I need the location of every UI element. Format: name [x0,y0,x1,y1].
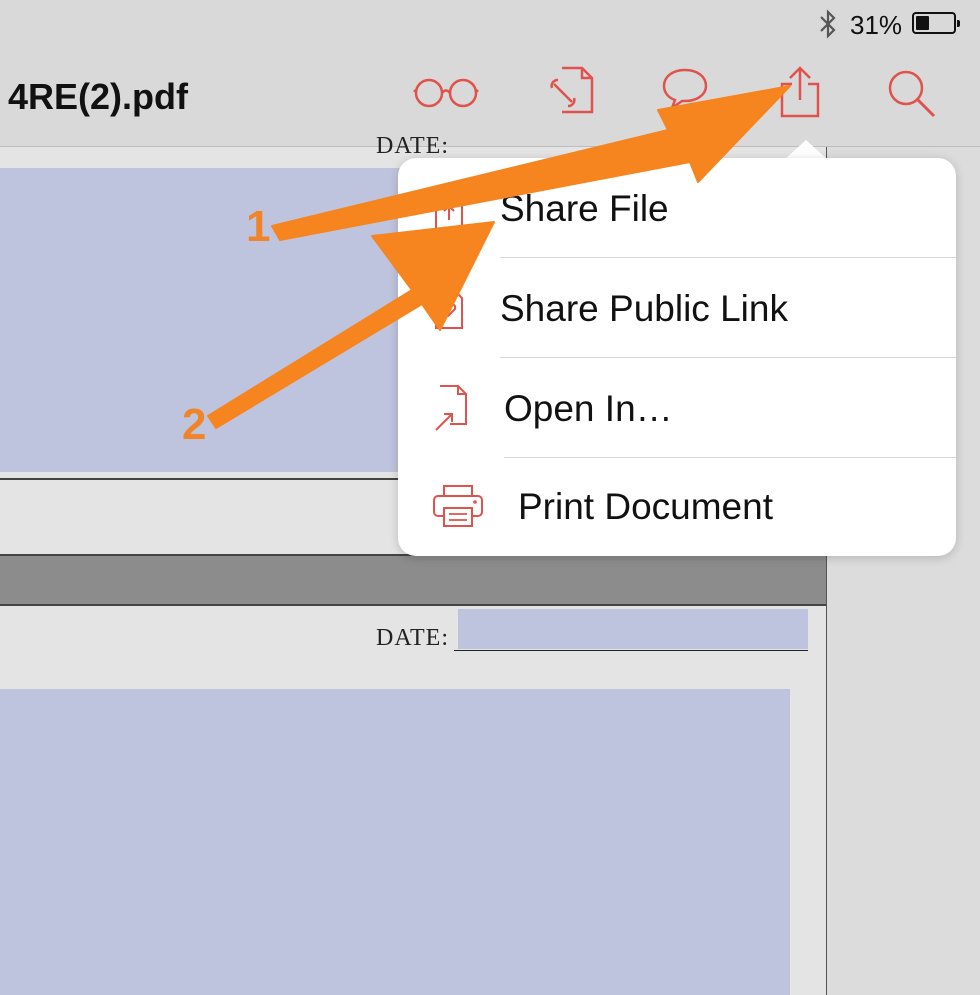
form-field-large-bottom[interactable] [0,689,790,995]
date-label-top: DATE: [376,133,449,159]
share-file-icon [435,191,463,231]
annotation-step-2: 2 [182,400,207,449]
search-icon[interactable] [884,66,938,120]
popover-arrow [784,140,828,160]
toolbar: 4RE(2).pdf [0,50,980,147]
document-tools-icon[interactable] [548,62,598,118]
divider [0,604,826,606]
open-in-icon [435,385,467,431]
menu-item-share-public-link[interactable]: Share Public Link [398,258,956,357]
menu-item-share-file[interactable]: Share File [398,158,956,257]
share-menu-popover: Share File Share Public Link Open In… Pr… [398,158,956,556]
section-header-bar [0,556,826,604]
printer-icon [433,485,483,527]
reading-glasses-icon[interactable] [412,68,480,118]
annotation-step-1: 1 [246,202,271,251]
battery-percent: 31% [850,10,903,40]
menu-item-print-document[interactable]: Print Document [398,458,956,557]
share-icon[interactable] [776,64,824,120]
form-field-large-top[interactable] [0,168,420,472]
comment-icon[interactable] [660,66,710,112]
menu-item-open-in[interactable]: Open In… [398,358,956,457]
date-field[interactable] [458,609,808,649]
menu-item-label: Share File [500,188,669,229]
battery-icon [912,12,960,34]
public-link-icon [435,289,463,329]
menu-item-label: Open In… [504,388,673,429]
date-underline [454,650,808,651]
document-title: 4RE(2).pdf [8,76,188,117]
date-label: DATE: [376,625,449,651]
bluetooth-icon [820,9,836,39]
menu-item-label: Share Public Link [500,288,788,329]
menu-item-label: Print Document [518,486,773,527]
